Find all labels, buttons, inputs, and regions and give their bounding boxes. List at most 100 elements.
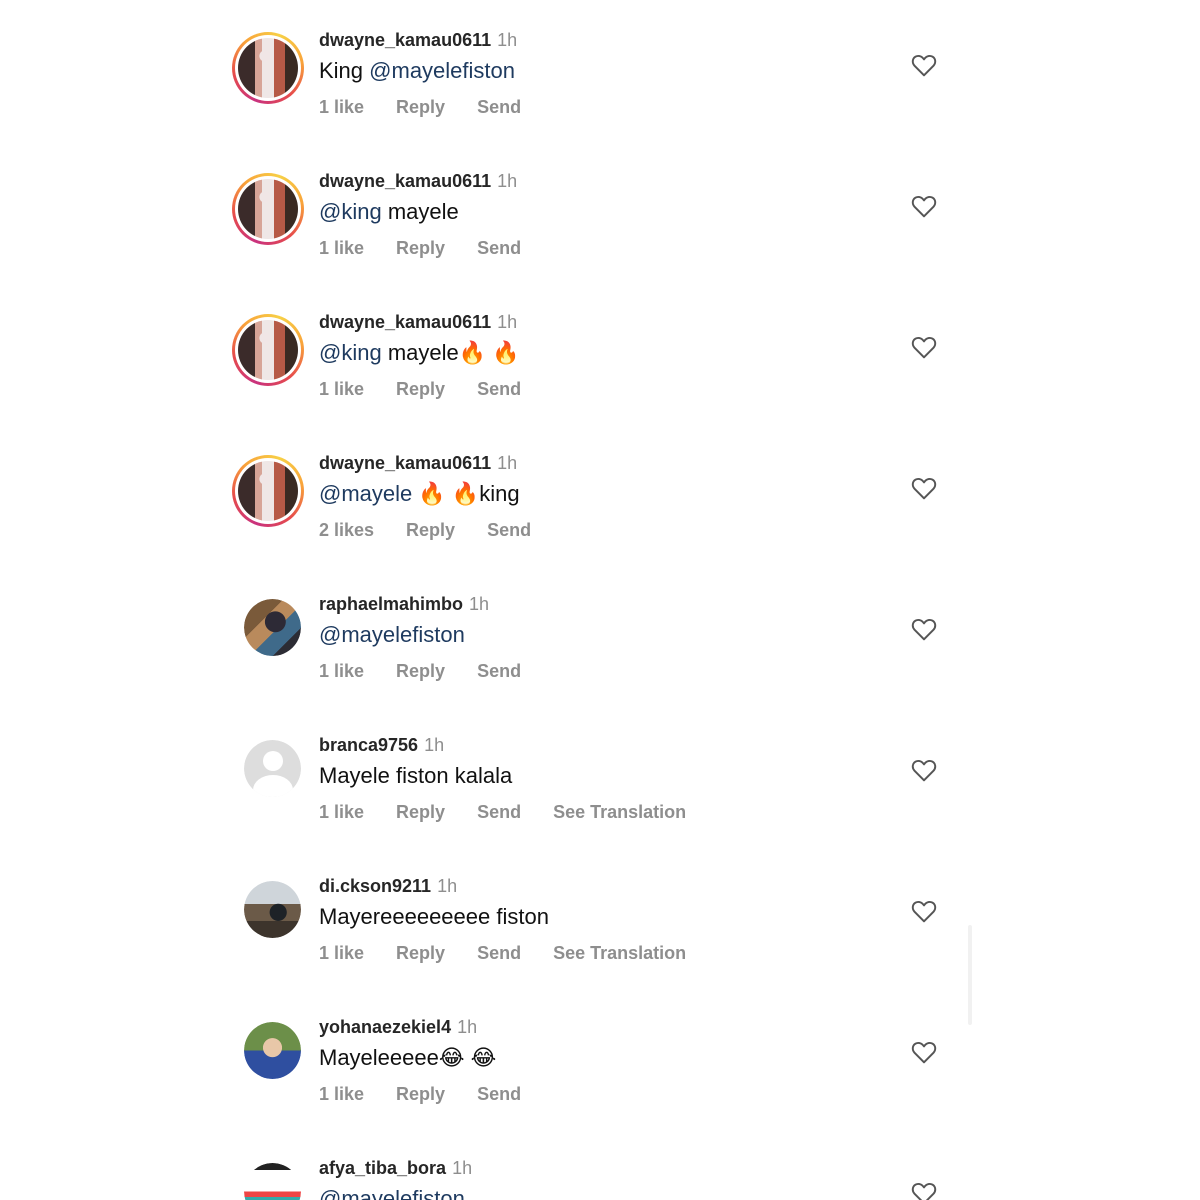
- comment-item: dwayne_kamau0611 1h @mayele 🔥 🔥king 2 lik…: [0, 423, 1200, 564]
- heart-icon[interactable]: [911, 476, 937, 500]
- avatar[interactable]: [232, 1019, 304, 1091]
- comment-text-plain: mayele🔥 🔥: [381, 340, 520, 365]
- comment-time: 1h: [469, 594, 490, 614]
- comment-text: @mayelefiston: [319, 622, 465, 648]
- mention-link[interactable]: @king: [319, 340, 382, 365]
- avatar[interactable]: [232, 878, 304, 950]
- mention-link[interactable]: @mayele: [319, 481, 412, 506]
- username[interactable]: dwayne_kamau0611: [319, 312, 491, 332]
- see-translation-button[interactable]: See Translation: [553, 802, 686, 822]
- send-button[interactable]: Send: [477, 661, 521, 681]
- heart-icon[interactable]: [911, 899, 937, 923]
- reply-button[interactable]: Reply: [396, 943, 445, 963]
- username[interactable]: dwayne_kamau0611: [319, 453, 491, 473]
- comment-header: raphaelmahimbo 1h: [319, 594, 489, 615]
- comment-actions: 1 like Reply Send: [319, 379, 553, 400]
- like-count[interactable]: 2 likes: [319, 520, 374, 540]
- comment-time: 1h: [424, 735, 445, 755]
- scrollbar[interactable]: [968, 925, 972, 1025]
- comment-item: dwayne_kamau0611 1h King @mayelefiston 1 …: [0, 0, 1200, 141]
- mention-link[interactable]: @mayelefiston: [369, 58, 515, 83]
- comment-text-plain: 🔥 🔥king: [412, 481, 520, 506]
- comment-header: afya_tiba_bora 1h: [319, 1158, 472, 1179]
- avatar[interactable]: [232, 173, 304, 245]
- send-button[interactable]: Send: [477, 1084, 521, 1104]
- comment-text: @mayelefiston: [319, 1186, 465, 1200]
- comment-actions: 1 like Reply Send: [319, 97, 553, 118]
- avatar[interactable]: [232, 1160, 304, 1200]
- avatar-photo: [244, 599, 301, 656]
- comment-item: raphaelmahimbo 1h @mayelefiston 1 like Rep…: [0, 564, 1200, 705]
- comment-header: yohanaezekiel4 1h: [319, 1017, 477, 1038]
- avatar[interactable]: [232, 596, 304, 668]
- send-button[interactable]: Send: [477, 802, 521, 822]
- comment-item: afya_tiba_bora 1h @mayelefiston: [0, 1128, 1200, 1200]
- comment-time: 1h: [497, 171, 518, 191]
- send-button[interactable]: Send: [477, 379, 521, 399]
- username[interactable]: dwayne_kamau0611: [319, 171, 491, 191]
- comment-time: 1h: [452, 1158, 473, 1178]
- comment-item: yohanaezekiel4 1h Mayeleeeee😂 😂 1 like Rep…: [0, 987, 1200, 1128]
- mention-link[interactable]: @king: [319, 199, 382, 224]
- comment-header: di.ckson9211 1h: [319, 876, 457, 897]
- comment-actions: 1 like Reply Send: [319, 661, 553, 682]
- avatar[interactable]: [232, 32, 304, 104]
- comment-text-plain: King: [319, 58, 370, 83]
- heart-icon[interactable]: [911, 1040, 937, 1064]
- heart-icon[interactable]: [911, 53, 937, 77]
- send-button[interactable]: Send: [487, 520, 531, 540]
- mention-link[interactable]: @mayelefiston: [319, 1186, 465, 1200]
- avatar[interactable]: [232, 737, 304, 809]
- avatar-photo: [244, 1022, 301, 1079]
- username[interactable]: afya_tiba_bora: [319, 1158, 446, 1178]
- reply-button[interactable]: Reply: [396, 97, 445, 117]
- heart-icon[interactable]: [911, 758, 937, 782]
- send-button[interactable]: Send: [477, 97, 521, 117]
- username[interactable]: branca9756: [319, 735, 418, 755]
- avatar[interactable]: [232, 455, 304, 527]
- username[interactable]: raphaelmahimbo: [319, 594, 463, 614]
- heart-icon[interactable]: [911, 1181, 937, 1200]
- reply-button[interactable]: Reply: [396, 661, 445, 681]
- comment-time: 1h: [497, 30, 518, 50]
- heart-icon[interactable]: [911, 617, 937, 641]
- send-button[interactable]: Send: [477, 238, 521, 258]
- comment-actions: 2 likes Reply Send: [319, 520, 563, 541]
- comment-time: 1h: [457, 1017, 478, 1037]
- reply-button[interactable]: Reply: [396, 238, 445, 258]
- comment-actions: 1 like Reply Send: [319, 1084, 553, 1105]
- send-button[interactable]: Send: [477, 943, 521, 963]
- comment-text: Mayele fiston kalala: [319, 763, 512, 789]
- heart-icon[interactable]: [911, 335, 937, 359]
- avatar[interactable]: [232, 314, 304, 386]
- username[interactable]: di.ckson9211: [319, 876, 431, 896]
- like-count[interactable]: 1 like: [319, 943, 364, 963]
- username[interactable]: yohanaezekiel4: [319, 1017, 451, 1037]
- reply-button[interactable]: Reply: [396, 1084, 445, 1104]
- like-count[interactable]: 1 like: [319, 661, 364, 681]
- like-count[interactable]: 1 like: [319, 97, 364, 117]
- username[interactable]: dwayne_kamau0611: [319, 30, 491, 50]
- like-count[interactable]: 1 like: [319, 802, 364, 822]
- mention-link[interactable]: @mayelefiston: [319, 622, 465, 647]
- comment-actions: 1 like Reply Send See Translation: [319, 943, 718, 964]
- see-translation-button[interactable]: See Translation: [553, 943, 686, 963]
- like-count[interactable]: 1 like: [319, 379, 364, 399]
- comment-header: dwayne_kamau0611 1h: [319, 171, 517, 192]
- reply-button[interactable]: Reply: [396, 802, 445, 822]
- comment-text-plain: Mayele fiston kalala: [319, 763, 513, 788]
- comment-time: 1h: [437, 876, 458, 896]
- heart-icon[interactable]: [911, 194, 937, 218]
- comment-item: dwayne_kamau0611 1h @king mayele🔥 🔥 1 lik…: [0, 282, 1200, 423]
- reply-button[interactable]: Reply: [396, 379, 445, 399]
- comment-time: 1h: [497, 312, 518, 332]
- comment-header: dwayne_kamau0611 1h: [319, 312, 517, 333]
- reply-button[interactable]: Reply: [406, 520, 455, 540]
- comment-text: @mayele 🔥 🔥king: [319, 481, 520, 507]
- avatar-photo: [244, 1163, 301, 1200]
- comment-actions: 1 like Reply Send See Translation: [319, 802, 718, 823]
- story-ring: [232, 455, 304, 527]
- comment-header: branca9756 1h: [319, 735, 444, 756]
- like-count[interactable]: 1 like: [319, 238, 364, 258]
- like-count[interactable]: 1 like: [319, 1084, 364, 1104]
